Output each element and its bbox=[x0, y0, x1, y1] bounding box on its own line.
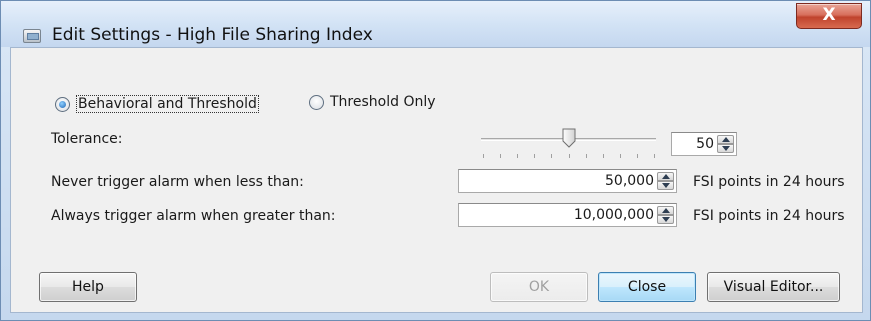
window-close-button[interactable]: X bbox=[796, 3, 862, 29]
never-trigger-unit: FSI points in 24 hours bbox=[693, 174, 845, 190]
radio-threshold-only[interactable]: Threshold Only bbox=[309, 94, 436, 110]
slider-tick bbox=[654, 154, 655, 158]
slider-tick bbox=[517, 154, 518, 158]
slider-tick bbox=[586, 154, 587, 158]
arrow-up-icon[interactable] bbox=[657, 172, 674, 181]
tolerance-slider[interactable] bbox=[479, 128, 659, 162]
tolerance-value[interactable]: 50 bbox=[696, 136, 714, 152]
tolerance-spinner[interactable]: 50 bbox=[671, 132, 737, 156]
title-bar[interactable]: Edit Settings - High File Sharing Index … bbox=[1, 1, 870, 47]
slider-tick bbox=[637, 154, 638, 158]
tolerance-label: Tolerance: bbox=[51, 131, 123, 147]
slider-tick bbox=[500, 154, 501, 158]
arrow-down-icon[interactable] bbox=[717, 144, 734, 153]
arrow-down-icon[interactable] bbox=[657, 215, 674, 224]
radio-unchecked-icon[interactable] bbox=[309, 94, 324, 110]
slider-tick bbox=[551, 154, 552, 158]
help-button[interactable]: Help bbox=[39, 272, 137, 302]
visual-editor-button[interactable]: Visual Editor... bbox=[707, 272, 840, 302]
slider-tick bbox=[534, 154, 535, 158]
slider-thumb[interactable] bbox=[562, 128, 576, 148]
spinner-buttons[interactable] bbox=[657, 172, 674, 190]
radio-behavioral-and-threshold[interactable]: Behavioral and Threshold bbox=[55, 94, 259, 114]
always-trigger-unit: FSI points in 24 hours bbox=[693, 208, 845, 224]
arrow-up-icon[interactable] bbox=[657, 206, 674, 215]
slider-tick bbox=[603, 154, 604, 158]
ok-button[interactable]: OK bbox=[490, 272, 588, 302]
dialog-window: Edit Settings - High File Sharing Index … bbox=[0, 0, 871, 321]
never-trigger-spinner[interactable]: 50,000 bbox=[458, 169, 677, 193]
dialog-content: Behavioral and Threshold Threshold Only … bbox=[10, 47, 863, 313]
always-trigger-spinner[interactable]: 10,000,000 bbox=[458, 203, 677, 227]
window-title: Edit Settings - High File Sharing Index bbox=[52, 25, 373, 45]
slider-tick bbox=[620, 154, 621, 158]
radio-label: Threshold Only bbox=[330, 94, 436, 110]
spinner-buttons[interactable] bbox=[657, 206, 674, 224]
slider-ticks bbox=[483, 154, 655, 159]
never-trigger-label: Never trigger alarm when less than: bbox=[51, 174, 304, 190]
spinner-buttons[interactable] bbox=[717, 135, 734, 153]
radio-label: Behavioral and Threshold bbox=[76, 95, 259, 113]
never-trigger-value[interactable]: 50,000 bbox=[605, 173, 654, 189]
always-trigger-label: Always trigger alarm when greater than: bbox=[51, 208, 336, 224]
radio-checked-icon[interactable] bbox=[55, 96, 70, 112]
arrow-down-icon[interactable] bbox=[657, 181, 674, 190]
settings-window-icon bbox=[23, 29, 41, 43]
close-button[interactable]: Close bbox=[598, 272, 696, 302]
always-trigger-value[interactable]: 10,000,000 bbox=[574, 207, 654, 223]
slider-tick bbox=[483, 154, 484, 158]
arrow-up-icon[interactable] bbox=[717, 135, 734, 144]
slider-tick bbox=[569, 154, 570, 158]
